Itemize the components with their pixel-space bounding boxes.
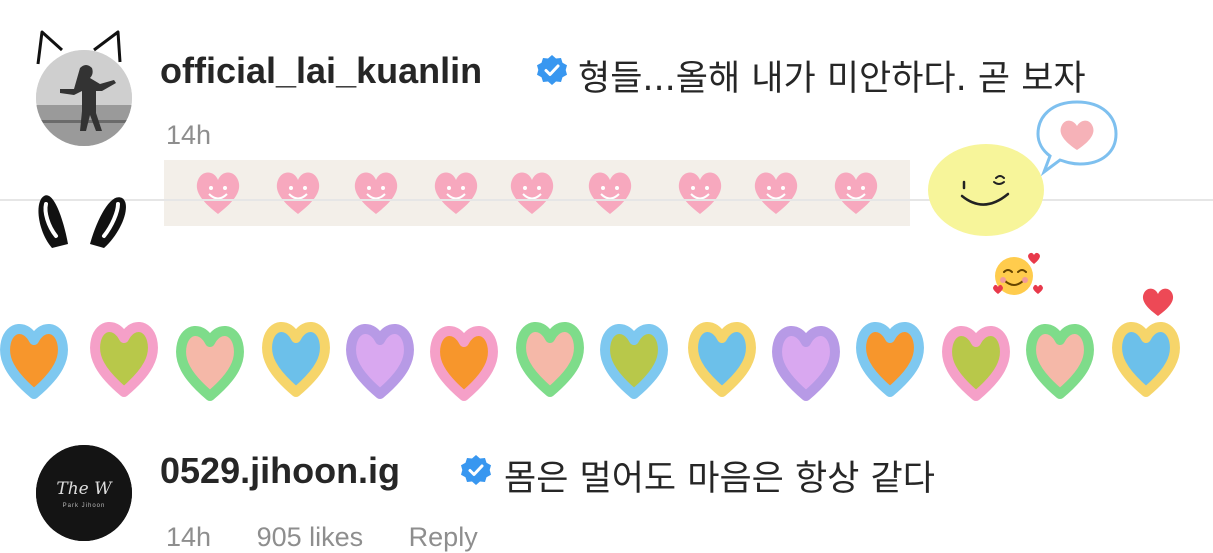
avatar[interactable]: The W Park Jihoon <box>36 445 132 541</box>
colorful-hearts-doodle-strip <box>0 312 1213 404</box>
heart-speech-bubble-sticker <box>1036 100 1118 177</box>
likes-count[interactable]: 905 likes <box>257 522 364 552</box>
comment-meta: 14h 905 likes Reply <box>166 522 516 553</box>
avatar-logo-text: The W <box>56 479 112 499</box>
comment-text: 몸은 멀어도 마음은 항상 같다 <box>504 459 935 499</box>
verified-badge-icon <box>537 55 567 85</box>
username[interactable]: 0529.jihoon.ig <box>160 450 400 492</box>
comment-text: 형들...올해 내가 미안하다. 곧 보자 <box>578 59 1086 99</box>
avatar-logo-subtext: Park Jihoon <box>62 503 106 509</box>
reply-button[interactable]: Reply <box>409 522 478 552</box>
verified-badge-icon <box>461 455 491 485</box>
smiling-face-with-hearts-icon <box>993 252 1043 295</box>
bunny-ears-doodle <box>38 195 126 248</box>
timestamp: 14h <box>166 522 212 552</box>
cat-ears-doodle <box>36 30 122 65</box>
timestamp: 14h <box>166 120 212 150</box>
username[interactable]: official_lai_kuanlin <box>160 50 482 92</box>
